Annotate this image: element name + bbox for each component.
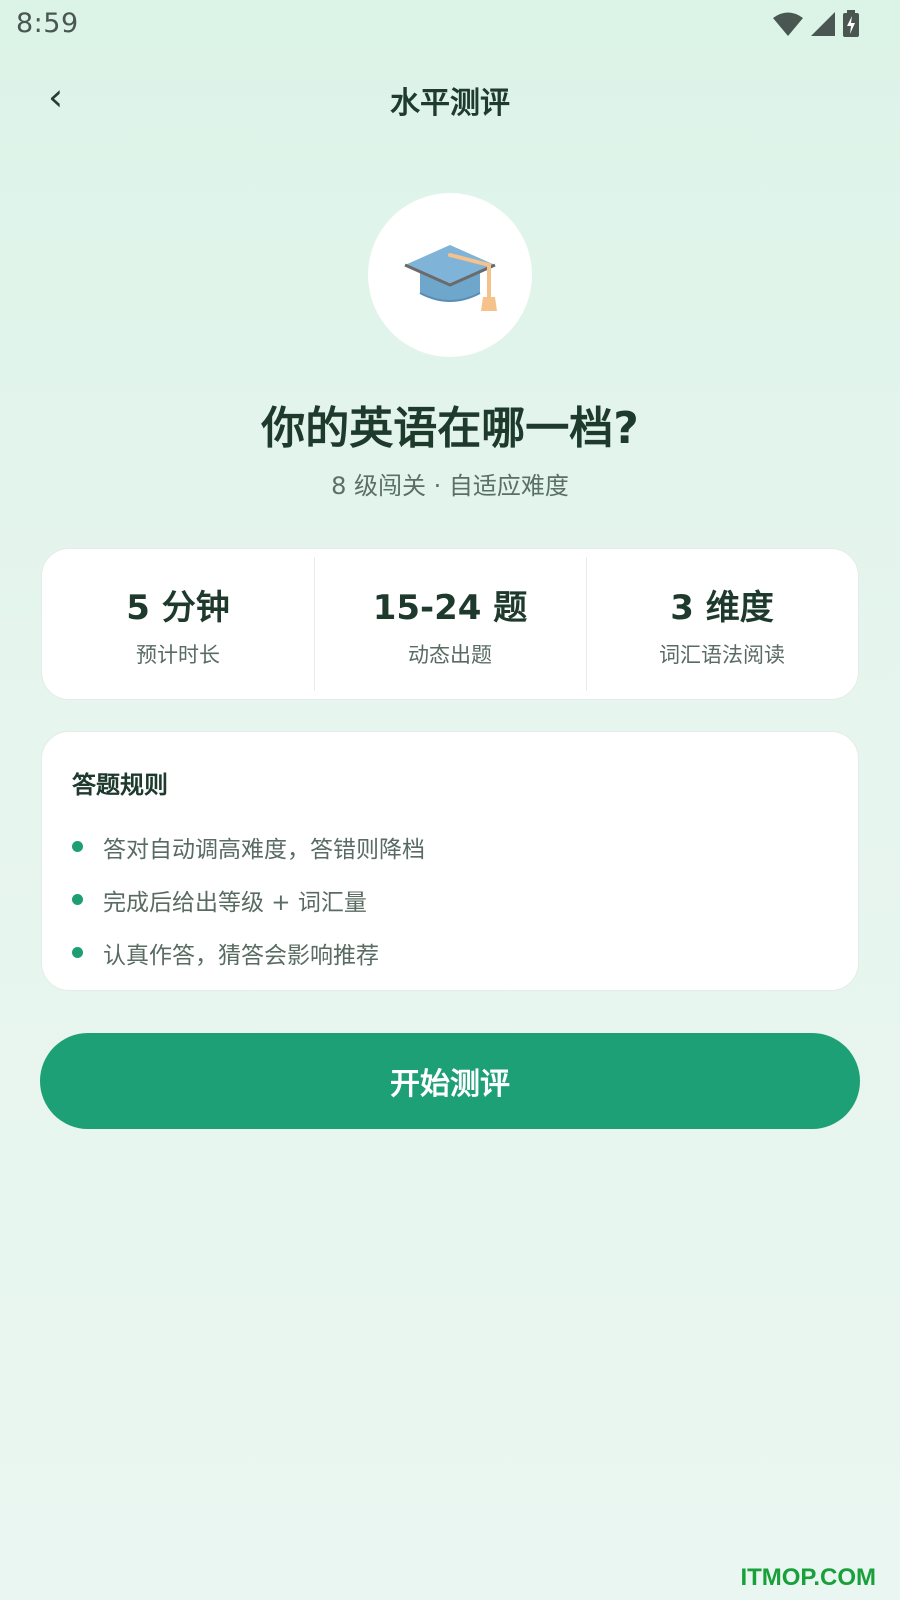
bullet-dot-icon <box>72 894 83 905</box>
hero-subtitle: 8 级闯关 · 自适应难度 <box>331 472 569 500</box>
stat-duration: 5 分钟 预计时长 <box>42 549 314 699</box>
start-assessment-button[interactable]: 开始测评 <box>40 1033 860 1129</box>
hero-icon-circle <box>368 193 532 357</box>
status-time: 8:59 <box>16 8 79 39</box>
rules-title: 答题规则 <box>72 771 168 799</box>
page-title: 水平测评 <box>390 86 510 121</box>
rules-card: 答题规则 答对自动调高难度，答错则降档 完成后给出等级 + 词汇量 认真作答，猜… <box>41 731 859 991</box>
stat-questions: 15-24 题 动态出题 <box>314 549 586 699</box>
status-icons <box>772 10 860 38</box>
signal-icon <box>811 12 835 36</box>
rule-item: 完成后给出等级 + 词汇量 <box>72 873 828 926</box>
rule-text: 认真作答，猜答会影响推荐 <box>103 942 379 969</box>
graduation-cap-icon <box>404 245 497 311</box>
stat-label: 词汇语法阅读 <box>659 642 785 667</box>
bullet-dot-icon <box>72 841 83 852</box>
header: ‹ 水平测评 <box>0 60 900 132</box>
stats-card: 5 分钟 预计时长 15-24 题 动态出题 3 维度 词汇语法阅读 <box>41 548 859 700</box>
watermark: ITMOP.COM <box>740 1564 876 1591</box>
rule-item: 认真作答，猜答会影响推荐 <box>72 926 828 979</box>
bullet-dot-icon <box>72 947 83 958</box>
stat-value: 3 维度 <box>670 587 774 628</box>
hero-title: 你的英语在哪一档? <box>261 403 639 454</box>
status-bar: 8:59 <box>0 0 900 50</box>
rule-text: 答对自动调高难度，答错则降档 <box>103 836 425 863</box>
rule-item: 答对自动调高难度，答错则降档 <box>72 820 828 873</box>
stat-value: 15-24 题 <box>372 587 528 628</box>
stat-value: 5 分钟 <box>126 587 230 628</box>
wifi-icon <box>773 12 803 36</box>
stat-dimensions: 3 维度 词汇语法阅读 <box>586 549 858 699</box>
stat-label: 动态出题 <box>408 642 492 667</box>
rule-text: 完成后给出等级 + 词汇量 <box>103 889 367 916</box>
stat-label: 预计时长 <box>136 642 220 667</box>
battery-charging-icon <box>843 10 859 37</box>
